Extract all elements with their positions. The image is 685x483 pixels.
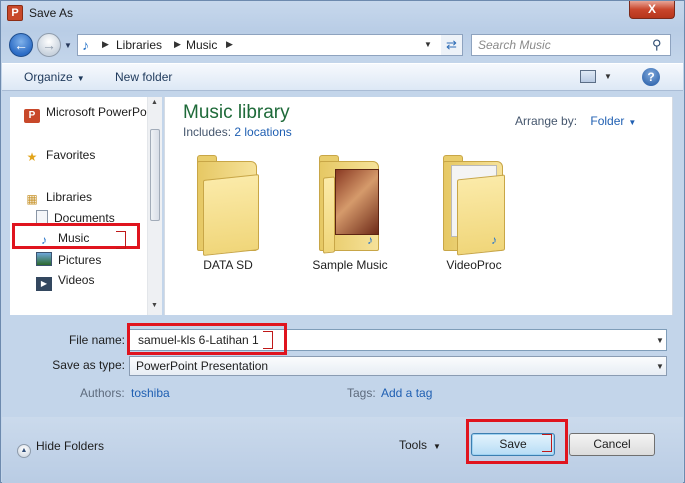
breadcrumb-libraries[interactable]: Libraries bbox=[116, 38, 162, 52]
chevron-down-icon: ▼ bbox=[76, 74, 85, 83]
address-bar[interactable]: ♪ ▶ Libraries ▶ Music ▶ ▼ bbox=[77, 34, 461, 56]
help-icon[interactable]: ? bbox=[642, 68, 660, 86]
chevron-down-icon[interactable]: ▼ bbox=[656, 362, 664, 371]
navigation-scrollbar[interactable]: ▲ ▼ bbox=[147, 97, 162, 315]
content-divider bbox=[672, 97, 673, 315]
library-title: Music library bbox=[183, 102, 290, 123]
sidebar-item-label: Favorites bbox=[46, 148, 96, 162]
sidebar-item-favorites[interactable]: ★ Favorites bbox=[24, 148, 96, 166]
scroll-down-icon[interactable]: ▼ bbox=[151, 302, 158, 309]
breadcrumb-separator-icon[interactable]: ▶ bbox=[226, 39, 233, 50]
breadcrumb-separator-icon[interactable]: ▶ bbox=[102, 39, 109, 50]
save-as-dialog: P Save As X ← → ▼ ♪ ▶ Libraries ▶ Music … bbox=[0, 0, 685, 483]
folder-icon bbox=[197, 155, 259, 256]
search-input[interactable] bbox=[472, 35, 646, 55]
powerpoint-icon: P bbox=[24, 109, 40, 123]
folder-item-sample-music[interactable]: ♪ Sample Music bbox=[295, 155, 405, 275]
sidebar-item-microsoft-powerpoint[interactable]: P Microsoft PowerPo bbox=[24, 105, 147, 123]
chevron-down-icon[interactable]: ▼ bbox=[656, 336, 664, 345]
search-box[interactable]: ⚲ bbox=[471, 34, 671, 56]
folder-item-videoproc[interactable]: ♪ VideoProc bbox=[419, 155, 529, 275]
documents-icon bbox=[36, 210, 48, 224]
hide-folders-label: Hide Folders bbox=[36, 439, 105, 453]
locations-link[interactable]: 2 locations bbox=[234, 125, 291, 139]
window-title: Save As bbox=[29, 6, 74, 20]
album-folder-icon: ♪ bbox=[319, 155, 381, 254]
navigation-pane: P Microsoft PowerPo ★ Favorites ▦ Libraries… bbox=[10, 97, 162, 315]
file-name-label: File name: bbox=[68, 333, 125, 347]
cursor-marker bbox=[263, 331, 273, 349]
title-bar: P Save As X bbox=[1, 1, 684, 27]
music-note-icon: ♪ bbox=[367, 233, 373, 247]
scroll-up-icon[interactable]: ▲ bbox=[151, 99, 158, 106]
powerpoint-icon: P bbox=[7, 5, 23, 21]
sidebar-item-label: Videos bbox=[58, 273, 95, 287]
arrange-by: Arrange by: Folder ▼ bbox=[515, 114, 636, 128]
organize-menu[interactable]: Organize ▼ bbox=[24, 70, 85, 84]
scrollbar-thumb[interactable] bbox=[150, 129, 160, 221]
music-note-icon: ♪ bbox=[82, 37, 89, 53]
tags-field[interactable]: Add a tag bbox=[381, 386, 432, 400]
sidebar-item-label: Microsoft PowerPo bbox=[46, 105, 147, 119]
cursor-marker bbox=[542, 434, 552, 452]
library-includes: Includes: 2 locations bbox=[183, 125, 292, 139]
folder-label: DATA SD bbox=[203, 258, 253, 272]
sidebar-item-libraries[interactable]: ▦ Libraries bbox=[24, 190, 92, 208]
address-dropdown-icon[interactable]: ▼ bbox=[424, 40, 432, 49]
view-chevron-down-icon[interactable]: ▼ bbox=[604, 72, 612, 81]
includes-label: Includes: bbox=[183, 125, 232, 139]
view-options-icon[interactable] bbox=[580, 70, 596, 83]
folder-icon: ♪ bbox=[443, 155, 505, 256]
new-folder-button[interactable]: New folder bbox=[115, 70, 172, 84]
star-icon: ★ bbox=[26, 150, 38, 164]
authors-label: Authors: bbox=[80, 386, 125, 400]
save-as-type-select[interactable]: PowerPoint Presentation ▼ bbox=[129, 356, 667, 376]
libraries-icon: ▦ bbox=[26, 192, 38, 206]
cursor-marker bbox=[116, 231, 126, 249]
cancel-button[interactable]: Cancel bbox=[569, 433, 655, 456]
save-as-type-value: PowerPoint Presentation bbox=[136, 359, 269, 373]
tags-label: Tags: bbox=[347, 386, 376, 400]
arrange-by-dropdown[interactable]: Folder bbox=[590, 114, 624, 128]
close-button[interactable]: X bbox=[629, 1, 675, 19]
music-note-icon: ♪ bbox=[491, 233, 497, 247]
chevron-down-icon: ▼ bbox=[433, 442, 441, 451]
chevron-up-icon: ▲ bbox=[17, 444, 31, 458]
folder-label: VideoProc bbox=[446, 258, 502, 272]
tools-menu[interactable]: Tools ▼ bbox=[399, 438, 441, 452]
command-bar: Organize ▼ New folder ▼ ? bbox=[2, 63, 683, 91]
chevron-down-icon[interactable]: ▼ bbox=[628, 118, 636, 127]
sidebar-item-videos[interactable]: ▶ Videos bbox=[36, 273, 94, 291]
refresh-icon[interactable]: ⇄ bbox=[441, 34, 463, 56]
hide-folders-button[interactable]: ▲ Hide Folders bbox=[17, 439, 104, 458]
pictures-icon bbox=[36, 252, 52, 266]
folder-label: Sample Music bbox=[312, 258, 388, 272]
folder-item-data-sd[interactable]: DATA SD bbox=[173, 155, 283, 275]
breadcrumb-separator-icon[interactable]: ▶ bbox=[174, 39, 181, 50]
forward-button[interactable]: → bbox=[37, 33, 61, 57]
sidebar-item-label: Libraries bbox=[46, 190, 93, 204]
file-list-pane: Music library Includes: 2 locations Arra… bbox=[164, 97, 673, 315]
authors-field[interactable]: toshiba bbox=[131, 386, 170, 400]
organize-label: Organize bbox=[24, 70, 73, 84]
navigation-row: ← → ▼ ♪ ▶ Libraries ▶ Music ▶ ▼ ⇄ ⚲ bbox=[1, 29, 684, 61]
back-button[interactable]: ← bbox=[9, 33, 33, 57]
recent-locations-chevron-icon[interactable]: ▼ bbox=[64, 41, 72, 50]
save-as-type-label: Save as type: bbox=[52, 358, 125, 372]
sidebar-item-label: Pictures bbox=[58, 253, 102, 267]
arrange-label: Arrange by: bbox=[515, 114, 578, 128]
videos-icon: ▶ bbox=[36, 277, 52, 291]
breadcrumb-music[interactable]: Music bbox=[186, 38, 217, 52]
search-icon[interactable]: ⚲ bbox=[652, 37, 662, 53]
annotation-highlight-save bbox=[466, 419, 568, 464]
sidebar-item-pictures[interactable]: Pictures bbox=[36, 252, 101, 270]
tools-label: Tools bbox=[399, 438, 428, 452]
